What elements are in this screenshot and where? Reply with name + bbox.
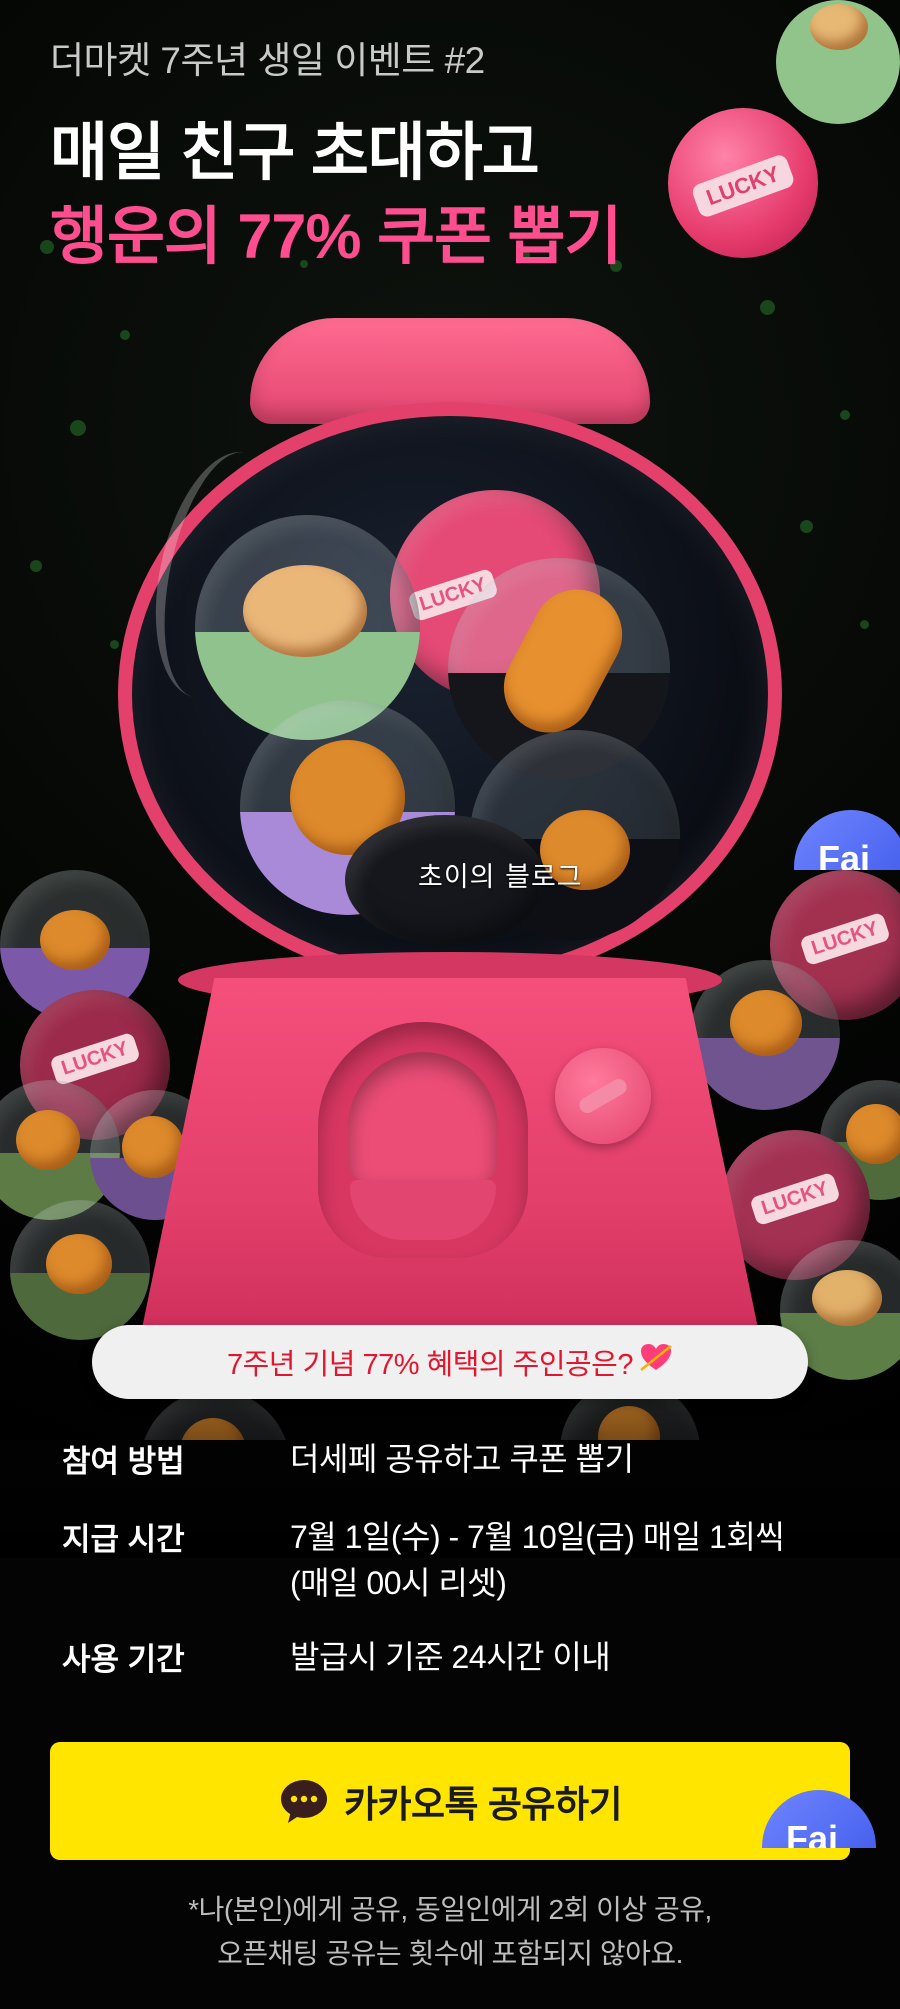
footnote-line: *나(본인)에게 공유, 동일인에게 2회 이상 공유,: [188, 1894, 712, 1925]
footnote-line: 오픈채팅 공유는 횟수에 포함되지 않아요.: [217, 1938, 683, 1969]
info-label: 참여 방법: [62, 1444, 185, 1479]
info-value-line: 7월 1일(수) - 7월 10일(금) 매일 1회씩: [290, 1519, 785, 1555]
info-value-line: 더세페 공유하고 쿠폰 뽑기: [290, 1441, 634, 1477]
cta-label: 카카오톡 공유하기: [343, 1784, 623, 1825]
blog-watermark: 초이의 블로그: [418, 862, 583, 893]
event-page: 더마켓 7주년 생일 이벤트 #2 매일 친구 초대하고 행운의 77% 쿠폰 …: [0, 0, 900, 2009]
teaser-banner: 7주년 기념 77% 혜택의 주인공은?: [92, 1325, 808, 1399]
info-value: 7월 1일(수) - 7월 10일(금) 매일 1회씩 (매일 00시 리셋): [290, 1514, 785, 1606]
hero-banner: 더마켓 7주년 생일 이벤트 #2 매일 친구 초대하고 행운의 77% 쿠폰 …: [0, 0, 900, 1440]
heart-arrow-icon: [639, 1342, 673, 1382]
floating-action-button[interactable]: Fai: [794, 810, 900, 870]
floating-fab-clip: Fai: [762, 1790, 882, 1848]
floating-action-button[interactable]: Fai: [762, 1790, 876, 1848]
dumpling-character: [243, 565, 367, 657]
floating-fab-clip: Fai: [794, 810, 900, 870]
gumball-machine-illustration: LUCKY: [0, 0, 900, 1440]
fab-label: Fai: [786, 1818, 839, 1848]
kakao-share-button[interactable]: 카카오톡 공유하기: [50, 1742, 850, 1860]
kakao-chat-icon: [280, 1780, 327, 1823]
teaser-text: 7주년 기념 77% 혜택의 주인공은?: [226, 1349, 634, 1381]
info-label: 사용 기간: [62, 1642, 185, 1677]
info-value-line: (매일 00시 리셋): [290, 1565, 507, 1601]
fab-label: Fai: [818, 838, 871, 870]
info-value: 발급시 기준 24시간 이내: [290, 1634, 611, 1680]
share-footnote: *나(본인)에게 공유, 동일인에게 2회 이상 공유, 오픈채팅 공유는 횟수…: [0, 1888, 900, 1976]
info-value: 더세페 공유하고 쿠폰 뽑기: [290, 1436, 634, 1482]
info-label: 지급 시간: [62, 1522, 185, 1557]
info-value-line: 발급시 기준 24시간 이내: [290, 1639, 611, 1675]
